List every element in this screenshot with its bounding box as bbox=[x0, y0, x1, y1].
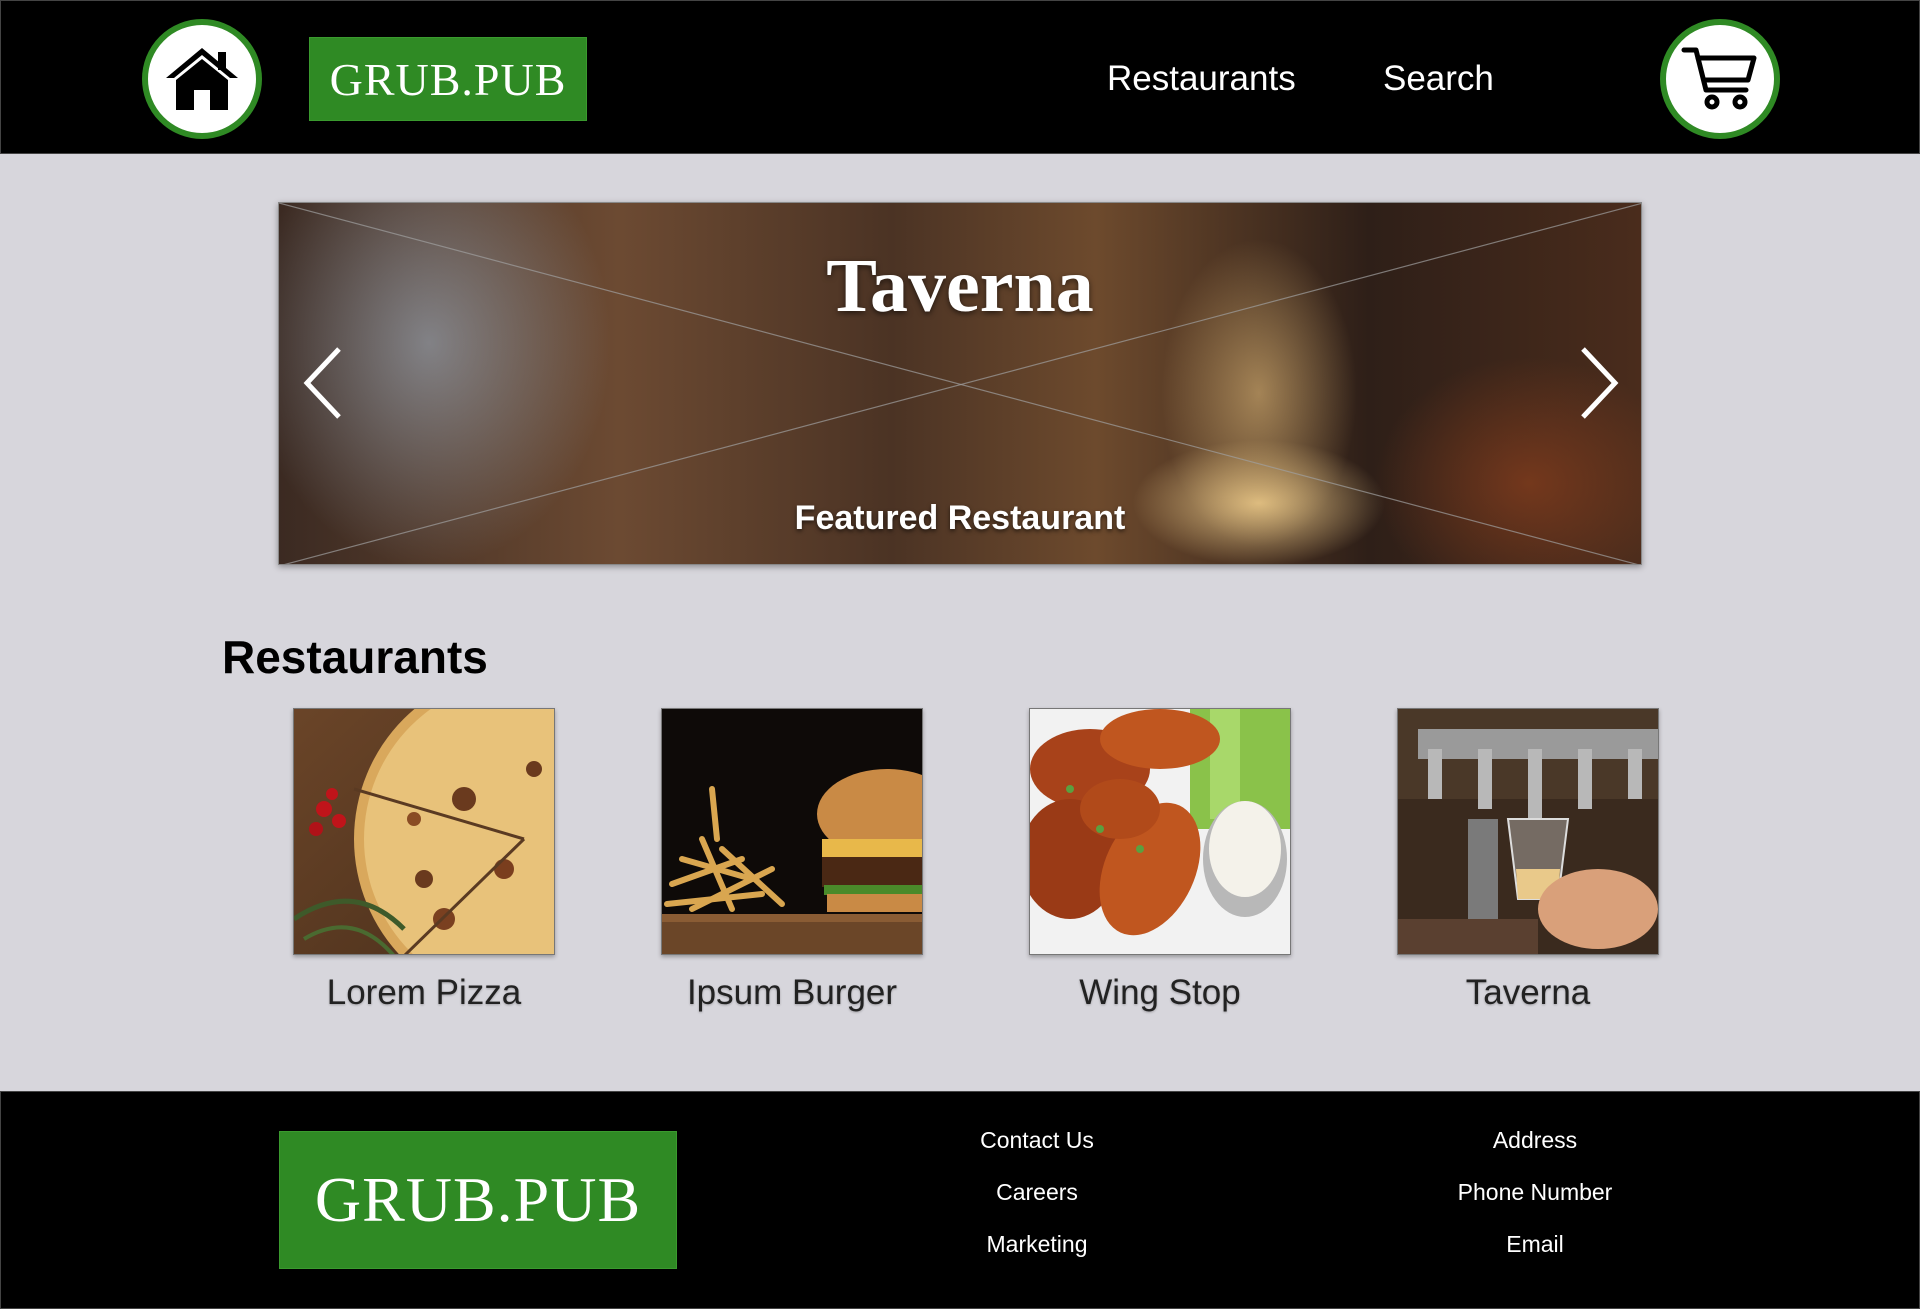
featured-label: Featured Restaurant bbox=[794, 499, 1126, 537]
footer-link-contact-us[interactable]: Contact Us bbox=[937, 1124, 1137, 1176]
footer-link-phone-number[interactable]: Phone Number bbox=[1435, 1176, 1635, 1228]
chicken-wings-image bbox=[1029, 708, 1291, 955]
featured-carousel[interactable]: Taverna Featured Restaurant bbox=[278, 202, 1642, 565]
nav-restaurants[interactable]: Restaurants bbox=[1107, 59, 1296, 99]
carousel-prev-button[interactable] bbox=[299, 343, 359, 423]
burger-image bbox=[661, 708, 923, 955]
restaurant-name[interactable]: Taverna bbox=[1397, 973, 1659, 1013]
restaurant-name[interactable]: Wing Stop bbox=[1029, 973, 1291, 1013]
beer-tap-image bbox=[1397, 708, 1659, 955]
footer-column-company: Contact Us Careers Marketing bbox=[937, 1124, 1137, 1280]
restaurant-card[interactable]: Wing Stop bbox=[1029, 708, 1291, 1013]
pizza-image bbox=[293, 708, 555, 955]
site-header: GRUB.PUB Restaurants Search bbox=[0, 0, 1920, 154]
footer-link-address[interactable]: Address bbox=[1435, 1124, 1635, 1176]
brand-logo[interactable]: GRUB.PUB bbox=[309, 37, 587, 121]
home-button[interactable] bbox=[142, 19, 262, 139]
site-footer: GRUB.PUB Contact Us Careers Marketing Ad… bbox=[0, 1091, 1920, 1309]
restaurant-card[interactable]: Taverna bbox=[1397, 708, 1659, 1013]
chevron-right-icon bbox=[1581, 347, 1619, 419]
restaurant-card[interactable]: Ipsum Burger bbox=[661, 708, 923, 1013]
home-icon bbox=[166, 48, 238, 110]
restaurant-name[interactable]: Ipsum Burger bbox=[661, 973, 923, 1013]
cart-button[interactable] bbox=[1660, 19, 1780, 139]
footer-logo: GRUB.PUB bbox=[279, 1131, 677, 1269]
footer-link-careers[interactable]: Careers bbox=[937, 1176, 1137, 1228]
featured-title: Taverna bbox=[826, 244, 1094, 328]
carousel-next-button[interactable] bbox=[1569, 343, 1629, 423]
chevron-left-icon bbox=[303, 347, 341, 419]
footer-column-contact: Address Phone Number Email bbox=[1435, 1124, 1635, 1280]
restaurants-heading: Restaurants bbox=[222, 631, 488, 683]
footer-link-marketing[interactable]: Marketing bbox=[937, 1228, 1137, 1280]
cart-icon bbox=[1681, 47, 1757, 110]
nav-search[interactable]: Search bbox=[1383, 59, 1494, 99]
restaurant-name[interactable]: Lorem Pizza bbox=[293, 973, 555, 1013]
footer-link-email[interactable]: Email bbox=[1435, 1228, 1635, 1280]
restaurant-card[interactable]: Lorem Pizza bbox=[293, 708, 555, 1013]
